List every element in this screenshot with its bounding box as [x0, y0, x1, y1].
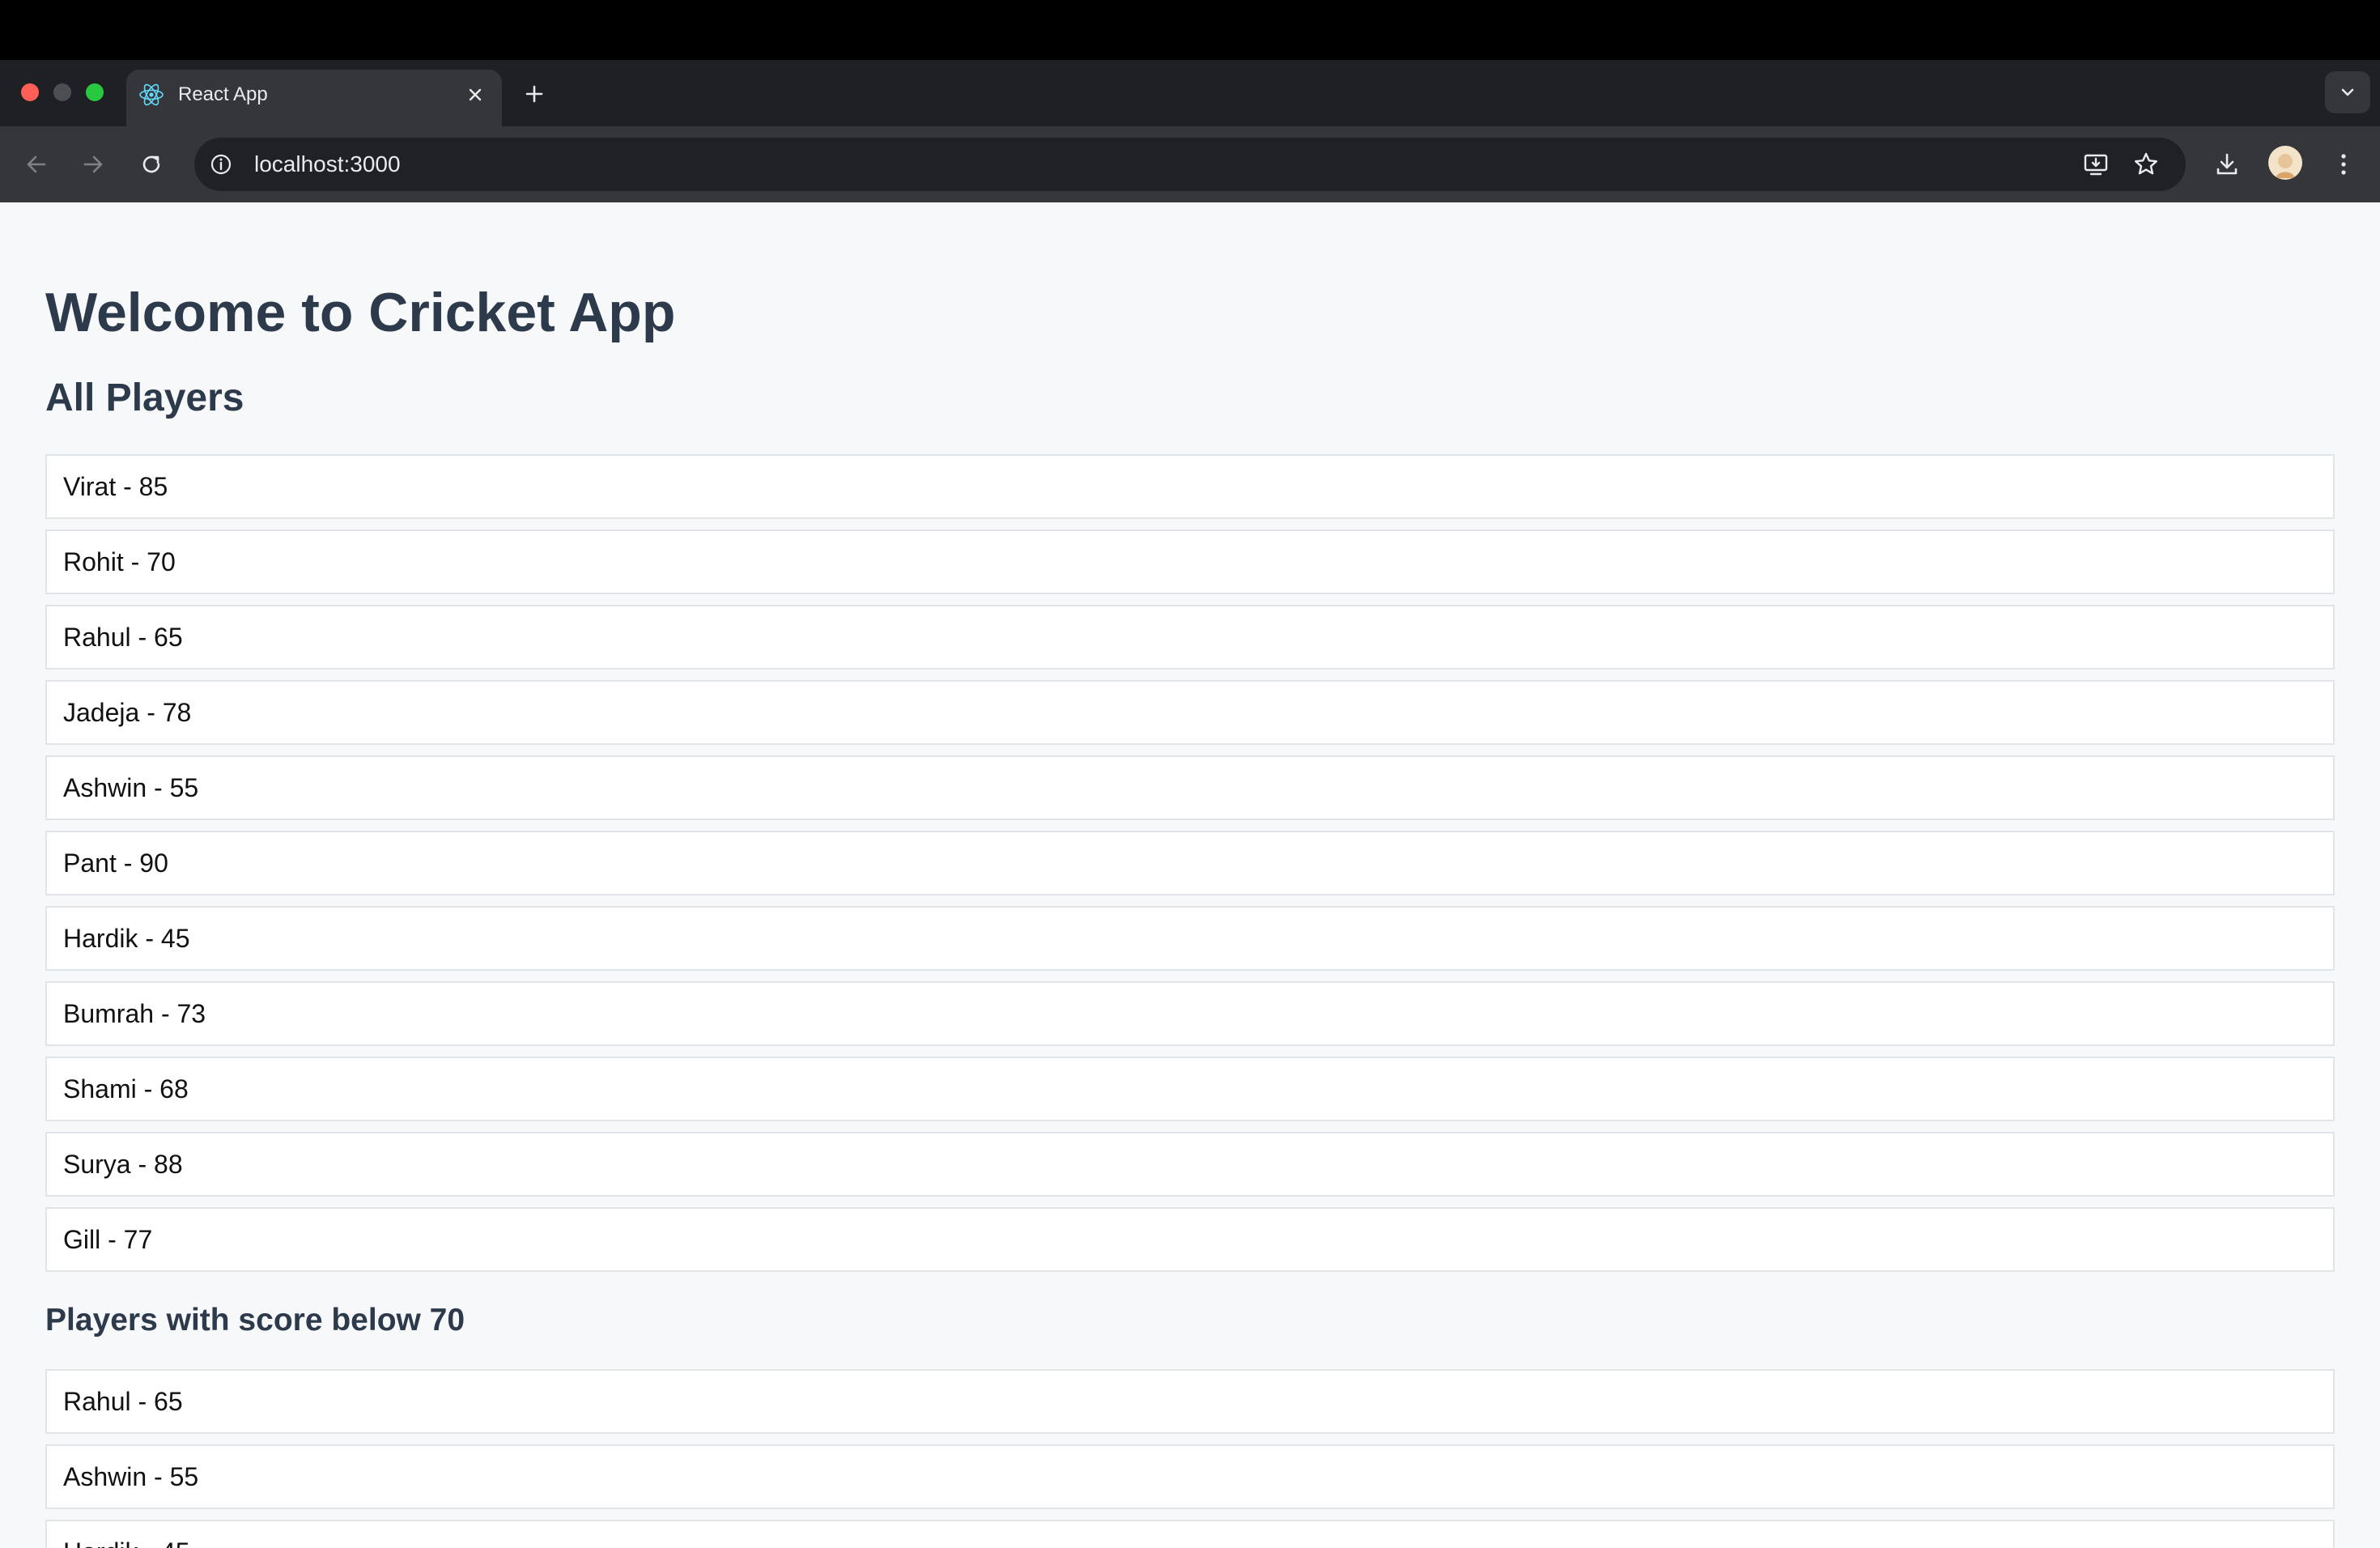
player-list-item: Shami - 68: [45, 1057, 2335, 1121]
player-list-item: Bumrah - 73: [45, 981, 2335, 1046]
player-list-item: Rohit - 70: [45, 529, 2335, 594]
page-title: Welcome to Cricket App: [45, 282, 676, 343]
player-list-item: Virat - 85: [45, 454, 2335, 519]
reload-icon[interactable]: [133, 146, 170, 183]
address-bar[interactable]: [194, 138, 2186, 191]
tab-search-chevron-icon[interactable]: [2325, 71, 2370, 113]
player-list-item: Pant - 90: [45, 831, 2335, 895]
maximize-window-button[interactable]: [86, 83, 104, 101]
player-list-item: Hardik - 45: [45, 906, 2335, 971]
downloads-icon[interactable]: [2208, 146, 2246, 183]
player-list-item: Gill - 77: [45, 1207, 2335, 1272]
forward-arrow-icon[interactable]: [74, 146, 112, 183]
site-info-icon[interactable]: [206, 149, 236, 180]
screen-top-bar: [0, 0, 2380, 60]
page-content: Welcome to Cricket App All Players Virat…: [0, 202, 2380, 1548]
back-arrow-icon[interactable]: [18, 146, 55, 183]
player-list-item: Ashwin - 55: [45, 755, 2335, 820]
player-list-item: Rahul - 65: [45, 1369, 2335, 1434]
all-players-heading: All Players: [45, 376, 244, 419]
url-text[interactable]: localhost:3000: [254, 149, 401, 180]
tab-title: React App: [178, 83, 268, 105]
bookmark-star-icon[interactable]: [2127, 146, 2165, 183]
close-window-button[interactable]: [21, 83, 39, 101]
new-tab-plus-icon[interactable]: [518, 78, 550, 110]
tab-close-icon[interactable]: [461, 81, 489, 108]
player-list-item: Rahul - 65: [45, 605, 2335, 670]
install-app-icon[interactable]: [2077, 146, 2114, 183]
browser-menu-icon[interactable]: [2325, 146, 2362, 183]
player-list-item: Ashwin - 55: [45, 1444, 2335, 1509]
player-list-item: Hardik - 45: [45, 1520, 2335, 1548]
profile-avatar[interactable]: [2268, 146, 2302, 180]
react-logo-icon: [138, 81, 165, 108]
minimize-window-button[interactable]: [53, 83, 71, 101]
below-70-heading: Players with score below 70: [45, 1303, 465, 1337]
all-players-list: Virat - 85 Rohit - 70 Rahul - 65 Jadeja …: [45, 454, 2335, 1282]
below-70-players-list: Rahul - 65 Ashwin - 55 Hardik - 45: [45, 1369, 2335, 1548]
player-list-item: Jadeja - 78: [45, 680, 2335, 745]
player-list-item: Surya - 88: [45, 1132, 2335, 1197]
